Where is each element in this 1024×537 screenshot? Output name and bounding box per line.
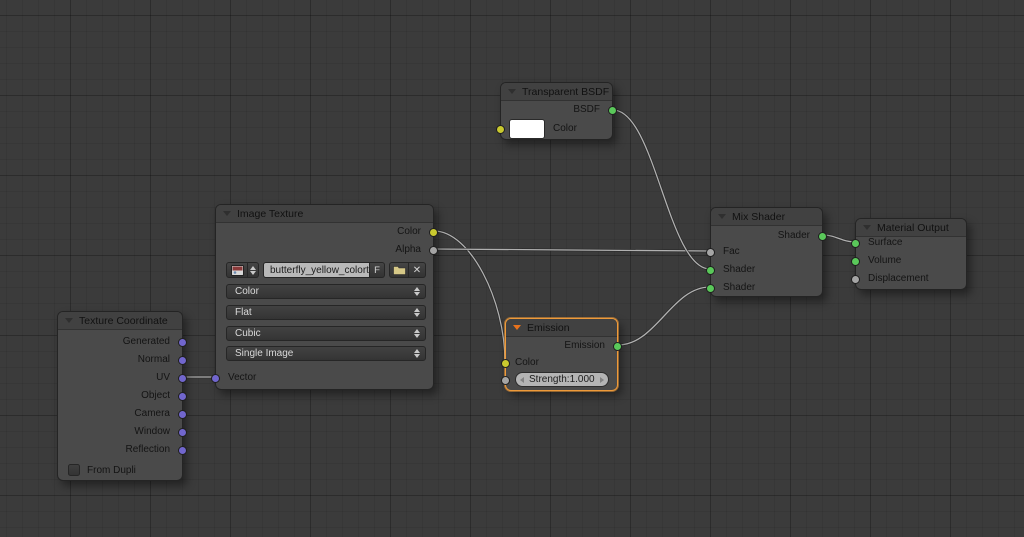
node-header-emission[interactable]: Emission — [506, 319, 617, 337]
folder-icon — [392, 266, 406, 275]
extension-dropdown[interactable]: Cubic — [226, 326, 426, 341]
checkbox-label: From Dupli — [87, 465, 136, 476]
dropdown-value: Color — [235, 286, 259, 297]
image-name-field[interactable]: butterfly_yellow_colortex.p... — [263, 262, 370, 278]
input-label-color: Color — [553, 123, 577, 134]
output-label-emission: Emission — [564, 340, 605, 351]
chevron-updown-icon — [414, 308, 420, 317]
input-label-surface: Surface — [868, 237, 903, 248]
output-label-color: Color — [397, 226, 421, 237]
node-title: Mix Shader — [732, 210, 786, 223]
dropdown-value: Cubic — [235, 328, 261, 339]
chevron-updown-icon — [414, 349, 420, 358]
socket-output-uv[interactable] — [178, 373, 187, 383]
node-header-transparent-bsdf[interactable]: Transparent BSDF — [501, 83, 612, 101]
output-label-reflection: Reflection — [125, 444, 170, 455]
socket-input-displacement[interactable] — [851, 274, 860, 284]
node-title: Image Texture — [237, 207, 304, 220]
socket-output-alpha[interactable] — [429, 245, 438, 255]
slider-label: Strength: — [529, 373, 570, 385]
node-transparent-bsdf[interactable]: Transparent BSDF BSDF Color — [496, 82, 617, 140]
node-header-mix-shader[interactable]: Mix Shader — [711, 208, 822, 226]
input-label-fac: Fac — [723, 246, 740, 257]
color-space-dropdown[interactable]: Color — [226, 284, 426, 299]
open-image-button[interactable] — [389, 262, 409, 278]
slider-right-arrow-icon[interactable] — [600, 376, 604, 383]
socket-input-shader-1[interactable] — [706, 265, 715, 275]
x-icon: ✕ — [412, 264, 422, 276]
output-label-generated: Generated — [122, 336, 170, 347]
wire-mixshader-to-output[interactable] — [822, 233, 856, 244]
wire-alpha-to-fac[interactable] — [433, 247, 711, 253]
output-label-window: Window — [134, 426, 170, 437]
collapse-icon[interactable] — [508, 89, 516, 94]
slider-left-arrow-icon[interactable] — [520, 376, 524, 383]
socket-output-generated[interactable] — [178, 337, 187, 347]
collapse-icon[interactable] — [513, 325, 521, 330]
input-label-color: Color — [515, 357, 539, 368]
input-label-shader-1: Shader — [723, 264, 756, 275]
collapse-icon[interactable] — [718, 214, 726, 219]
node-emission[interactable]: Emission Emission Color Strength: 1.000 — [501, 318, 622, 391]
node-mix-shader[interactable]: Mix Shader Shader Fac Shader Shader — [706, 207, 827, 297]
socket-input-surface[interactable] — [851, 238, 860, 248]
image-browse-icon[interactable] — [226, 262, 248, 278]
fake-user-button[interactable]: F — [370, 262, 385, 278]
input-label-vector: Vector — [228, 372, 257, 383]
input-label-shader-2: Shader — [723, 282, 756, 293]
socket-input-volume[interactable] — [851, 256, 860, 266]
node-header-texture-coordinate[interactable]: Texture Coordinate — [58, 312, 182, 330]
image-datablock-row: butterfly_yellow_colortex.p... F ✕ — [226, 262, 426, 278]
color-swatch[interactable] — [509, 119, 545, 139]
collapse-icon[interactable] — [223, 211, 231, 216]
node-image-texture[interactable]: Image Texture Color Alpha butterfly_yell… — [211, 204, 438, 390]
node-texture-coordinate[interactable]: Texture Coordinate Generated Normal UV O… — [57, 311, 187, 481]
dropdown-value: Flat — [235, 307, 252, 318]
node-title: Emission — [527, 321, 570, 334]
slider-value: 1.000 — [569, 373, 595, 385]
socket-output-shader[interactable] — [818, 231, 827, 241]
output-label-normal: Normal — [137, 354, 170, 365]
socket-output-normal[interactable] — [178, 355, 187, 365]
node-material-output[interactable]: Material Output Surface Volume Displacem… — [851, 218, 967, 290]
output-label-alpha: Alpha — [395, 244, 421, 255]
socket-input-fac[interactable] — [706, 247, 715, 257]
socket-output-camera[interactable] — [178, 409, 187, 419]
output-label-camera: Camera — [134, 408, 170, 419]
socket-output-reflection[interactable] — [178, 445, 187, 455]
output-label-uv: UV — [156, 372, 170, 383]
node-title: Texture Coordinate — [79, 314, 168, 327]
socket-output-emission[interactable] — [613, 341, 622, 351]
node-header-image-texture[interactable]: Image Texture — [216, 205, 433, 223]
socket-output-object[interactable] — [178, 391, 187, 401]
wire-bsdf-to-mixshader[interactable] — [612, 108, 711, 271]
socket-input-color[interactable] — [496, 124, 505, 134]
socket-output-color[interactable] — [429, 227, 438, 237]
chevron-updown-icon — [414, 287, 420, 296]
socket-output-bsdf[interactable] — [608, 105, 617, 115]
node-editor-canvas[interactable]: Texture Coordinate Generated Normal UV O… — [0, 0, 1024, 537]
node-title: Material Output — [877, 221, 949, 234]
strength-slider[interactable]: Strength: 1.000 — [515, 372, 609, 387]
socket-input-color[interactable] — [501, 358, 510, 368]
source-dropdown[interactable]: Single Image — [226, 346, 426, 361]
unlink-image-button[interactable]: ✕ — [409, 262, 426, 278]
projection-dropdown[interactable]: Flat — [226, 305, 426, 320]
node-title: Transparent BSDF — [522, 85, 610, 98]
socket-input-strength[interactable] — [501, 375, 510, 385]
wire-emission-to-mixshader[interactable] — [617, 285, 711, 347]
chevron-updown-icon — [414, 329, 420, 338]
image-browse-arrows[interactable] — [248, 262, 259, 278]
input-label-volume: Volume — [868, 255, 902, 266]
dropdown-value: Single Image — [235, 348, 294, 359]
output-label-object: Object — [141, 390, 170, 401]
input-label-displacement: Displacement — [868, 273, 929, 284]
collapse-icon[interactable] — [65, 318, 73, 323]
from-dupli-checkbox[interactable] — [68, 464, 80, 477]
socket-input-shader-2[interactable] — [706, 283, 715, 293]
socket-output-window[interactable] — [178, 427, 187, 437]
image-icon — [230, 264, 244, 276]
collapse-icon[interactable] — [863, 225, 871, 230]
socket-input-vector[interactable] — [211, 373, 220, 383]
